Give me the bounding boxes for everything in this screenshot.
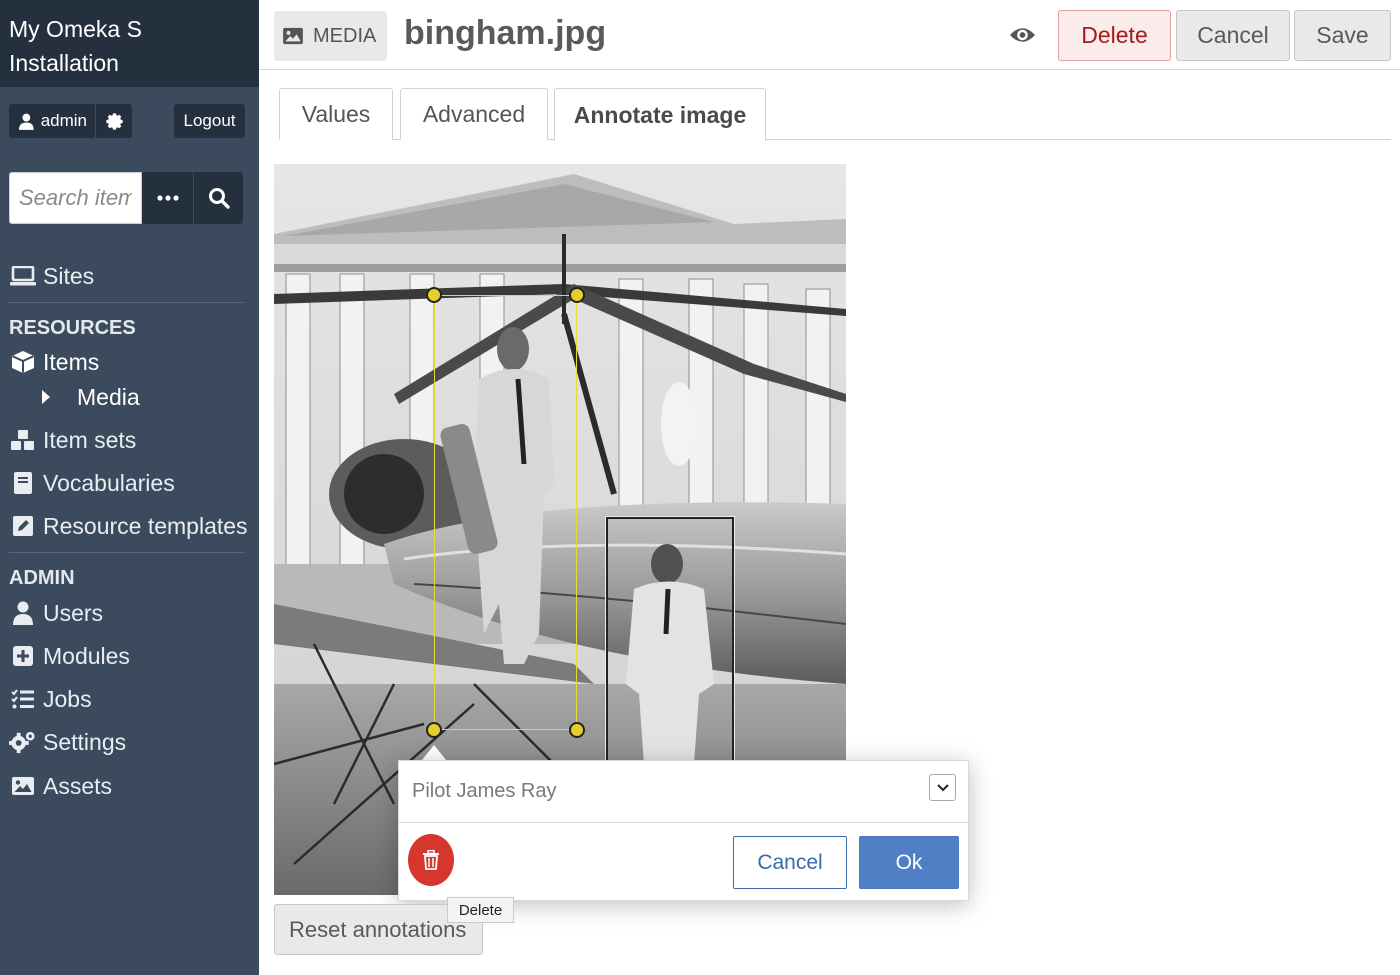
nav-resources-heading: RESOURCES: [9, 317, 136, 339]
nav-sites[interactable]: Sites: [9, 261, 94, 291]
nav-items-label: Items: [43, 348, 100, 375]
delete-button[interactable]: Delete: [1058, 10, 1171, 61]
annotation-tag-value: Pilot James Ray: [412, 780, 557, 802]
annotation-ok-button[interactable]: Ok: [859, 836, 959, 889]
resize-handle[interactable]: [426, 287, 442, 303]
nav-item-sets[interactable]: Item sets: [9, 425, 136, 455]
user-settings-button[interactable]: [96, 104, 132, 138]
app-root: My Omeka S Installation admin Logout Sit…: [0, 0, 1400, 975]
cube-icon: [9, 350, 36, 374]
cubes-icon: [9, 428, 36, 452]
tag-dropdown-button[interactable]: [929, 774, 956, 801]
user-name: admin: [40, 111, 87, 130]
ellipsis-icon: [156, 195, 179, 201]
nav-sites-label: Sites: [43, 262, 95, 289]
page-header: MEDIA bingham.jpg Delete Cancel Save: [259, 0, 1400, 70]
nav-resource-templates[interactable]: Resource templates: [9, 511, 248, 541]
nav-item-sets-label: Item sets: [43, 426, 137, 453]
annotation-region[interactable]: [605, 516, 735, 778]
nav-users[interactable]: Users: [9, 598, 103, 628]
laptop-icon: [9, 264, 36, 288]
nav-users-label: Users: [43, 599, 104, 626]
resize-handle[interactable]: [569, 287, 585, 303]
nav-vocabularies[interactable]: Vocabularies: [9, 468, 175, 498]
annotation-tag-field[interactable]: Pilot James Ray: [399, 761, 968, 823]
nav-divider: [9, 552, 245, 553]
section-tabs: Values Advanced Annotate image: [279, 88, 1391, 141]
tab-values[interactable]: Values: [279, 88, 393, 140]
nav-resource-templates-label: Resource templates: [43, 512, 248, 539]
nav-modules-label: Modules: [43, 642, 130, 669]
nav-media-label: Media: [77, 383, 140, 410]
nav-assets-label: Assets: [43, 772, 113, 799]
image-icon: [283, 27, 303, 45]
user-button[interactable]: admin: [9, 104, 95, 138]
nav-items[interactable]: Items: [9, 347, 99, 377]
search-button[interactable]: [193, 172, 243, 224]
nav-admin-heading: ADMIN: [9, 567, 75, 589]
tab-advanced[interactable]: Advanced: [400, 88, 548, 140]
gear-icon: [105, 112, 123, 130]
tab-annotate-image[interactable]: Annotate image: [554, 88, 766, 141]
selected-annotation-region[interactable]: [434, 295, 577, 730]
eye-icon: [1009, 28, 1036, 42]
search-input[interactable]: [9, 172, 142, 224]
search-icon: [208, 188, 230, 209]
plus-square-icon: [9, 644, 36, 668]
resize-handle[interactable]: [569, 722, 585, 738]
user-bar: admin: [9, 104, 132, 138]
resource-type-label: MEDIA: [313, 24, 377, 47]
nav-modules[interactable]: Modules: [9, 641, 130, 671]
sidebar: My Omeka S Installation admin Logout Sit…: [0, 0, 259, 975]
chevron-down-icon: [936, 783, 949, 791]
edit-icon: [9, 514, 36, 538]
annotation-editor: Pilot James Ray Cancel Ok: [398, 760, 969, 901]
image-icon: [9, 774, 36, 798]
delete-annotation-button[interactable]: [408, 834, 454, 886]
search-bar: [9, 172, 245, 224]
user-icon: [19, 113, 34, 130]
popup-pointer: [422, 745, 446, 760]
caret-right-icon: [42, 390, 50, 404]
delete-tooltip: Delete: [447, 897, 514, 923]
cogs-icon: [9, 730, 36, 754]
view-public-button[interactable]: [1009, 24, 1036, 51]
nav-assets[interactable]: Assets: [9, 771, 112, 801]
logout-button[interactable]: Logout: [174, 104, 245, 138]
nav-settings[interactable]: Settings: [9, 727, 126, 757]
nav-divider: [9, 302, 245, 303]
resource-type-badge: MEDIA: [274, 11, 387, 61]
cancel-button[interactable]: Cancel: [1176, 10, 1290, 61]
nav-settings-label: Settings: [43, 728, 127, 755]
nav-vocabularies-label: Vocabularies: [43, 469, 175, 496]
nav-jobs[interactable]: Jobs: [9, 684, 92, 714]
book-icon: [9, 471, 36, 495]
save-button[interactable]: Save: [1294, 10, 1391, 61]
resize-handle[interactable]: [426, 722, 442, 738]
advanced-search-button[interactable]: [142, 172, 193, 224]
page-title: bingham.jpg: [404, 14, 607, 52]
user-icon: [9, 601, 36, 625]
nav-media[interactable]: Media: [42, 382, 140, 412]
annotation-cancel-button[interactable]: Cancel: [733, 836, 847, 889]
site-title[interactable]: My Omeka S Installation: [0, 0, 259, 87]
trash-icon: [423, 850, 439, 870]
nav-jobs-label: Jobs: [43, 685, 92, 712]
tasks-icon: [9, 687, 36, 711]
